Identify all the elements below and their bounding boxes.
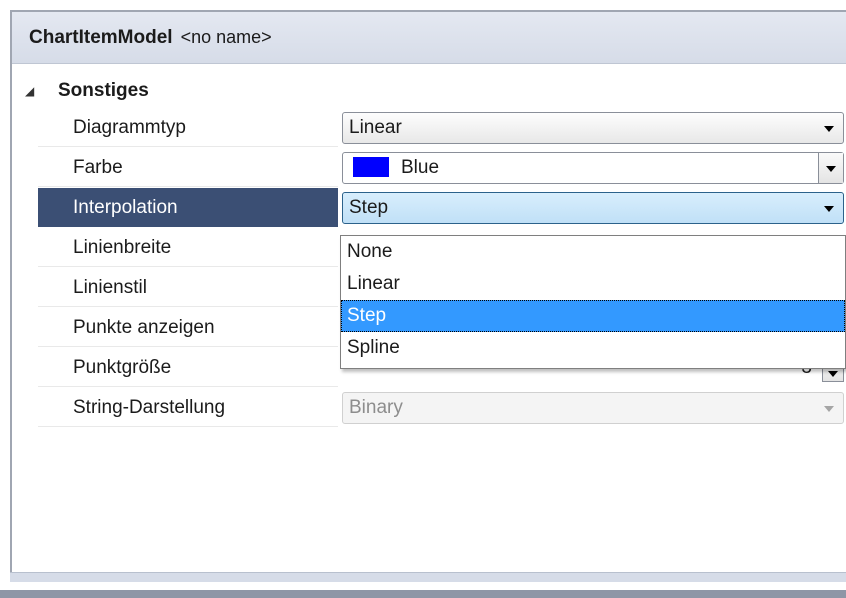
- combobox-value: Step: [349, 197, 389, 218]
- property-value-cell: Step: [338, 188, 846, 228]
- property-label: Diagrammtyp: [38, 108, 338, 147]
- chevron-down-icon: [824, 406, 834, 412]
- property-label: Farbe: [38, 148, 338, 187]
- property-row-interpolation: Interpolation Step: [38, 188, 846, 228]
- spin-down-icon[interactable]: [828, 371, 838, 377]
- color-name: Blue: [401, 157, 440, 178]
- chevron-down-icon[interactable]: [824, 126, 834, 132]
- category-sonstiges[interactable]: ◢ Sonstiges: [12, 74, 846, 108]
- description-splitter[interactable]: [10, 572, 846, 582]
- category-label: Sonstiges: [58, 80, 149, 101]
- combobox-value: Binary: [349, 397, 403, 418]
- object-name-label: <no name>: [180, 27, 272, 47]
- dropdown-option-linear[interactable]: Linear: [341, 268, 845, 300]
- property-grid-header: ChartItemModel <no name>: [12, 12, 846, 64]
- chevron-down-icon: [826, 166, 836, 172]
- property-row-string-darstellung: String-Darstellung Binary: [38, 388, 846, 428]
- property-label: Linienbreite: [38, 228, 338, 267]
- window-bottom-border: [0, 590, 846, 598]
- property-row-diagrammtyp: Diagrammtyp Linear: [38, 108, 846, 148]
- dropdown-option-step[interactable]: Step: [341, 300, 845, 332]
- top-edge: [0, 0, 846, 10]
- chevron-down-icon[interactable]: [824, 206, 834, 212]
- property-label: Punktgröße: [38, 348, 338, 387]
- property-value-cell: Linear: [338, 108, 846, 148]
- property-label: Linienstil: [38, 268, 338, 307]
- combobox-value: Linear: [349, 117, 402, 138]
- diagrammtyp-combobox[interactable]: Linear: [342, 112, 844, 144]
- property-row-farbe: Farbe Blue: [38, 148, 846, 188]
- property-label: Interpolation: [38, 188, 338, 227]
- farbe-color-picker[interactable]: Blue: [342, 152, 844, 184]
- property-value-cell: Blue: [338, 148, 846, 188]
- string-darstellung-combobox: Binary: [342, 392, 844, 424]
- object-type-label: ChartItemModel: [29, 27, 173, 48]
- color-swatch: [353, 156, 389, 177]
- dropdown-option-none[interactable]: None: [341, 236, 845, 268]
- dropdown-button[interactable]: [818, 153, 843, 183]
- interpolation-dropdown-list: None Linear Step Spline: [340, 235, 846, 369]
- property-label: String-Darstellung: [38, 388, 338, 427]
- property-value-cell: Binary: [338, 388, 846, 428]
- property-label: Punkte anzeigen: [38, 308, 338, 347]
- collapse-triangle-icon[interactable]: ◢: [25, 74, 34, 108]
- dropdown-option-spline[interactable]: Spline: [341, 332, 845, 364]
- interpolation-combobox[interactable]: Step: [342, 192, 844, 224]
